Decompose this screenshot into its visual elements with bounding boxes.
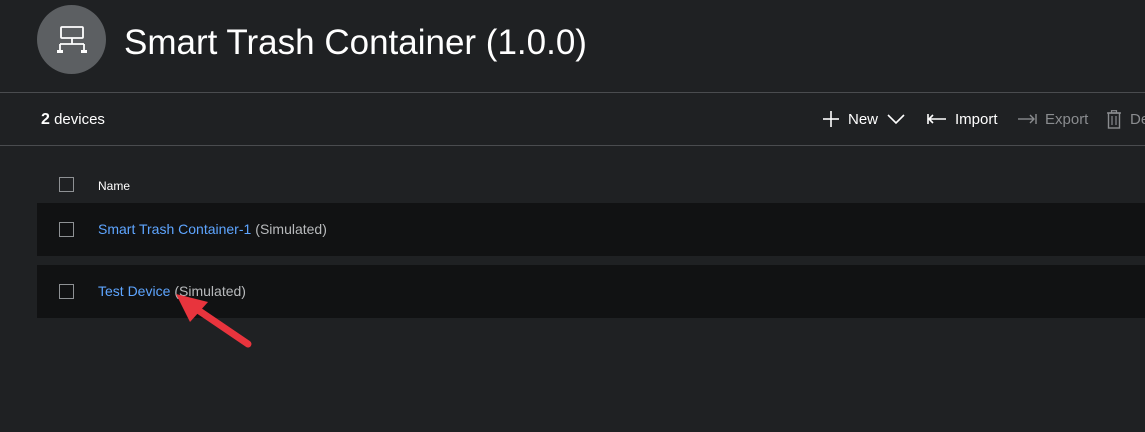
trash-icon [1107, 109, 1121, 129]
row-checkbox[interactable] [59, 284, 74, 299]
export-arrow-icon [1018, 114, 1037, 124]
chevron-down-icon [887, 114, 905, 125]
device-count: 2 devices [41, 111, 105, 129]
list-header: Name [0, 168, 1145, 204]
import-button[interactable]: Import [927, 107, 998, 131]
select-all-checkbox[interactable] [59, 177, 74, 192]
page-header: Smart Trash Container (1.0.0) [0, 0, 1145, 93]
page-title: Smart Trash Container (1.0.0) [124, 23, 587, 62]
device-count-number: 2 [41, 111, 50, 128]
plus-icon [823, 111, 839, 127]
export-button-label: Export [1045, 110, 1089, 128]
device-count-label: devices [49, 111, 105, 128]
import-arrow-icon [927, 114, 946, 124]
device-link[interactable]: Smart Trash Container-1 [98, 221, 251, 237]
device-network-icon [56, 25, 87, 53]
delete-button[interactable]: De [1106, 107, 1145, 131]
device-link[interactable]: Test Device [98, 283, 170, 299]
new-button-label: New [848, 110, 879, 128]
row-checkbox[interactable] [59, 222, 74, 237]
delete-button-label: De [1130, 110, 1145, 128]
simulated-label: (Simulated) [255, 221, 327, 237]
export-button[interactable]: Export [1017, 107, 1088, 131]
row-text: Smart Trash Container-1 (Simulated) [98, 221, 327, 237]
table-row[interactable]: Smart Trash Container-1 (Simulated) [37, 203, 1145, 256]
new-button[interactable]: New [822, 107, 906, 131]
import-button-label: Import [955, 110, 998, 128]
command-bar: 2 devices New Import Export D [0, 93, 1145, 146]
device-template-avatar [37, 5, 106, 74]
column-header-name[interactable]: Name [98, 179, 130, 193]
annotation-arrow-icon [176, 294, 252, 348]
